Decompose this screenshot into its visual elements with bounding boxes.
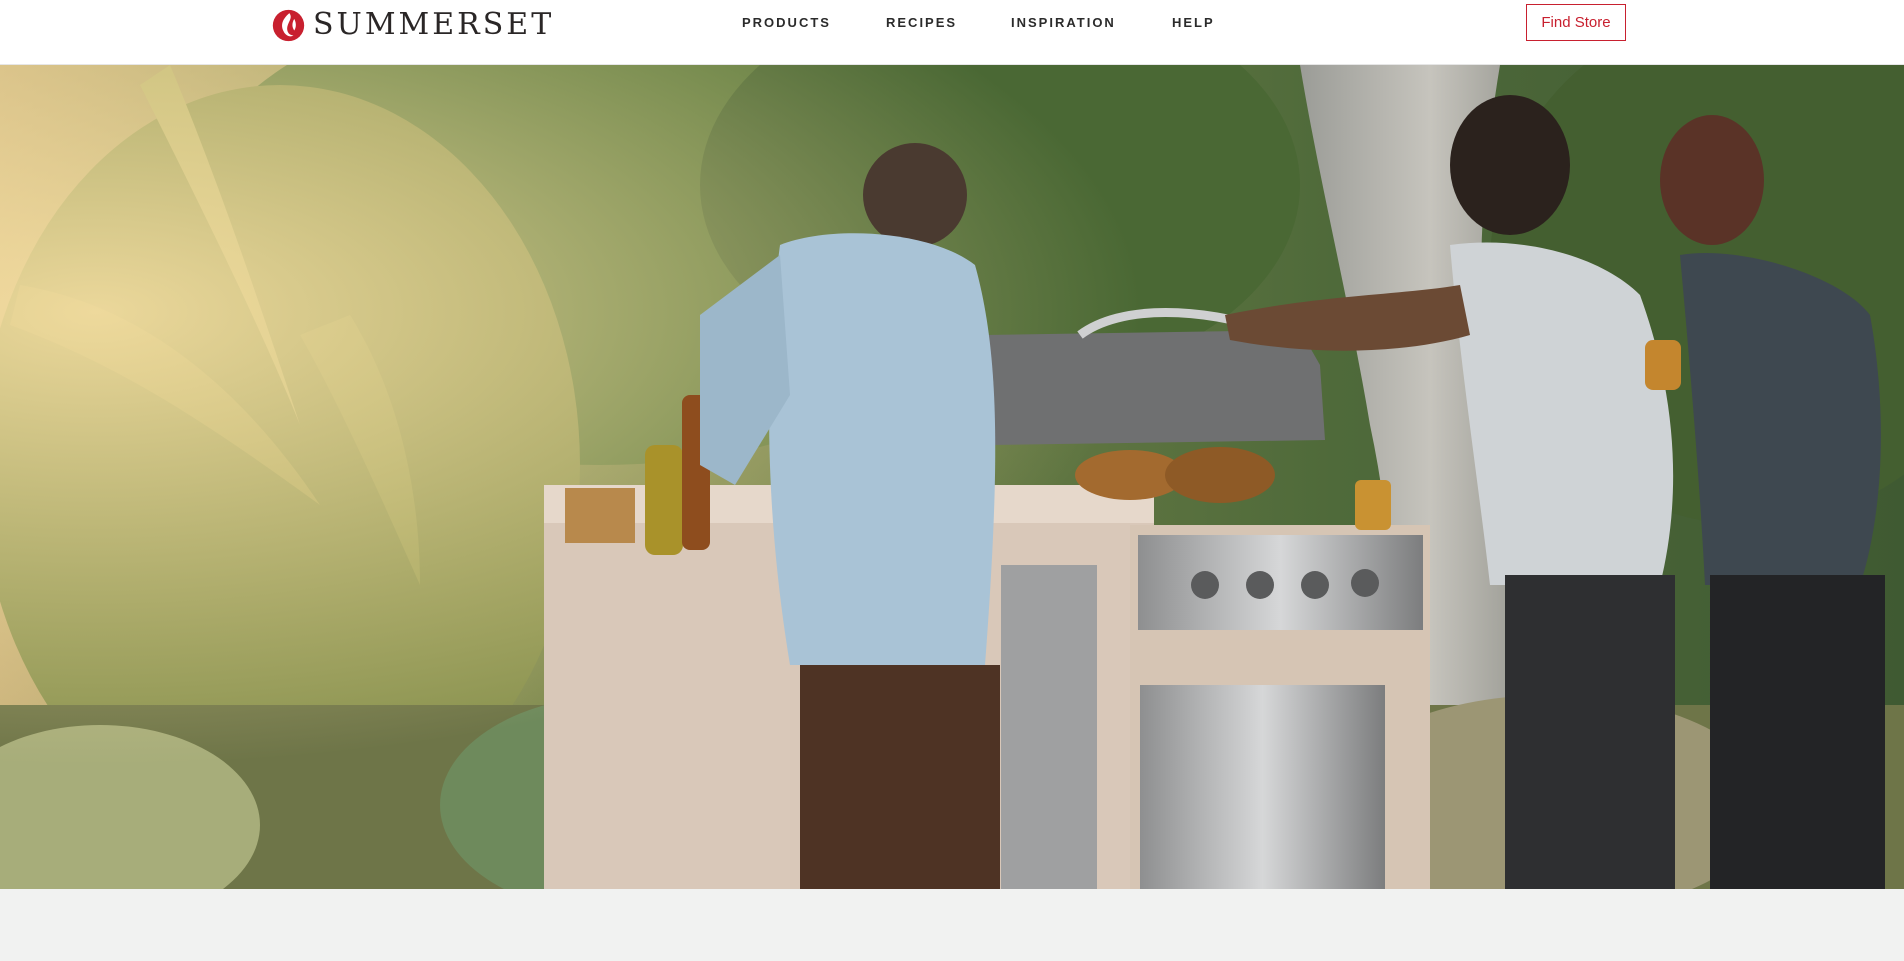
- hero-photo: [0, 65, 1904, 889]
- hero-banner: [0, 65, 1904, 889]
- site-header: SUMMERSET PRODUCTS RECIPES INSPIRATION H…: [0, 0, 1904, 65]
- find-store-button[interactable]: Find Store: [1526, 4, 1626, 41]
- nav-inspiration[interactable]: INSPIRATION: [1011, 14, 1116, 32]
- nav-products[interactable]: PRODUCTS: [742, 14, 831, 32]
- nav-recipes[interactable]: RECIPES: [886, 14, 957, 32]
- nav-help[interactable]: HELP: [1172, 14, 1215, 32]
- content-area: [0, 889, 1904, 961]
